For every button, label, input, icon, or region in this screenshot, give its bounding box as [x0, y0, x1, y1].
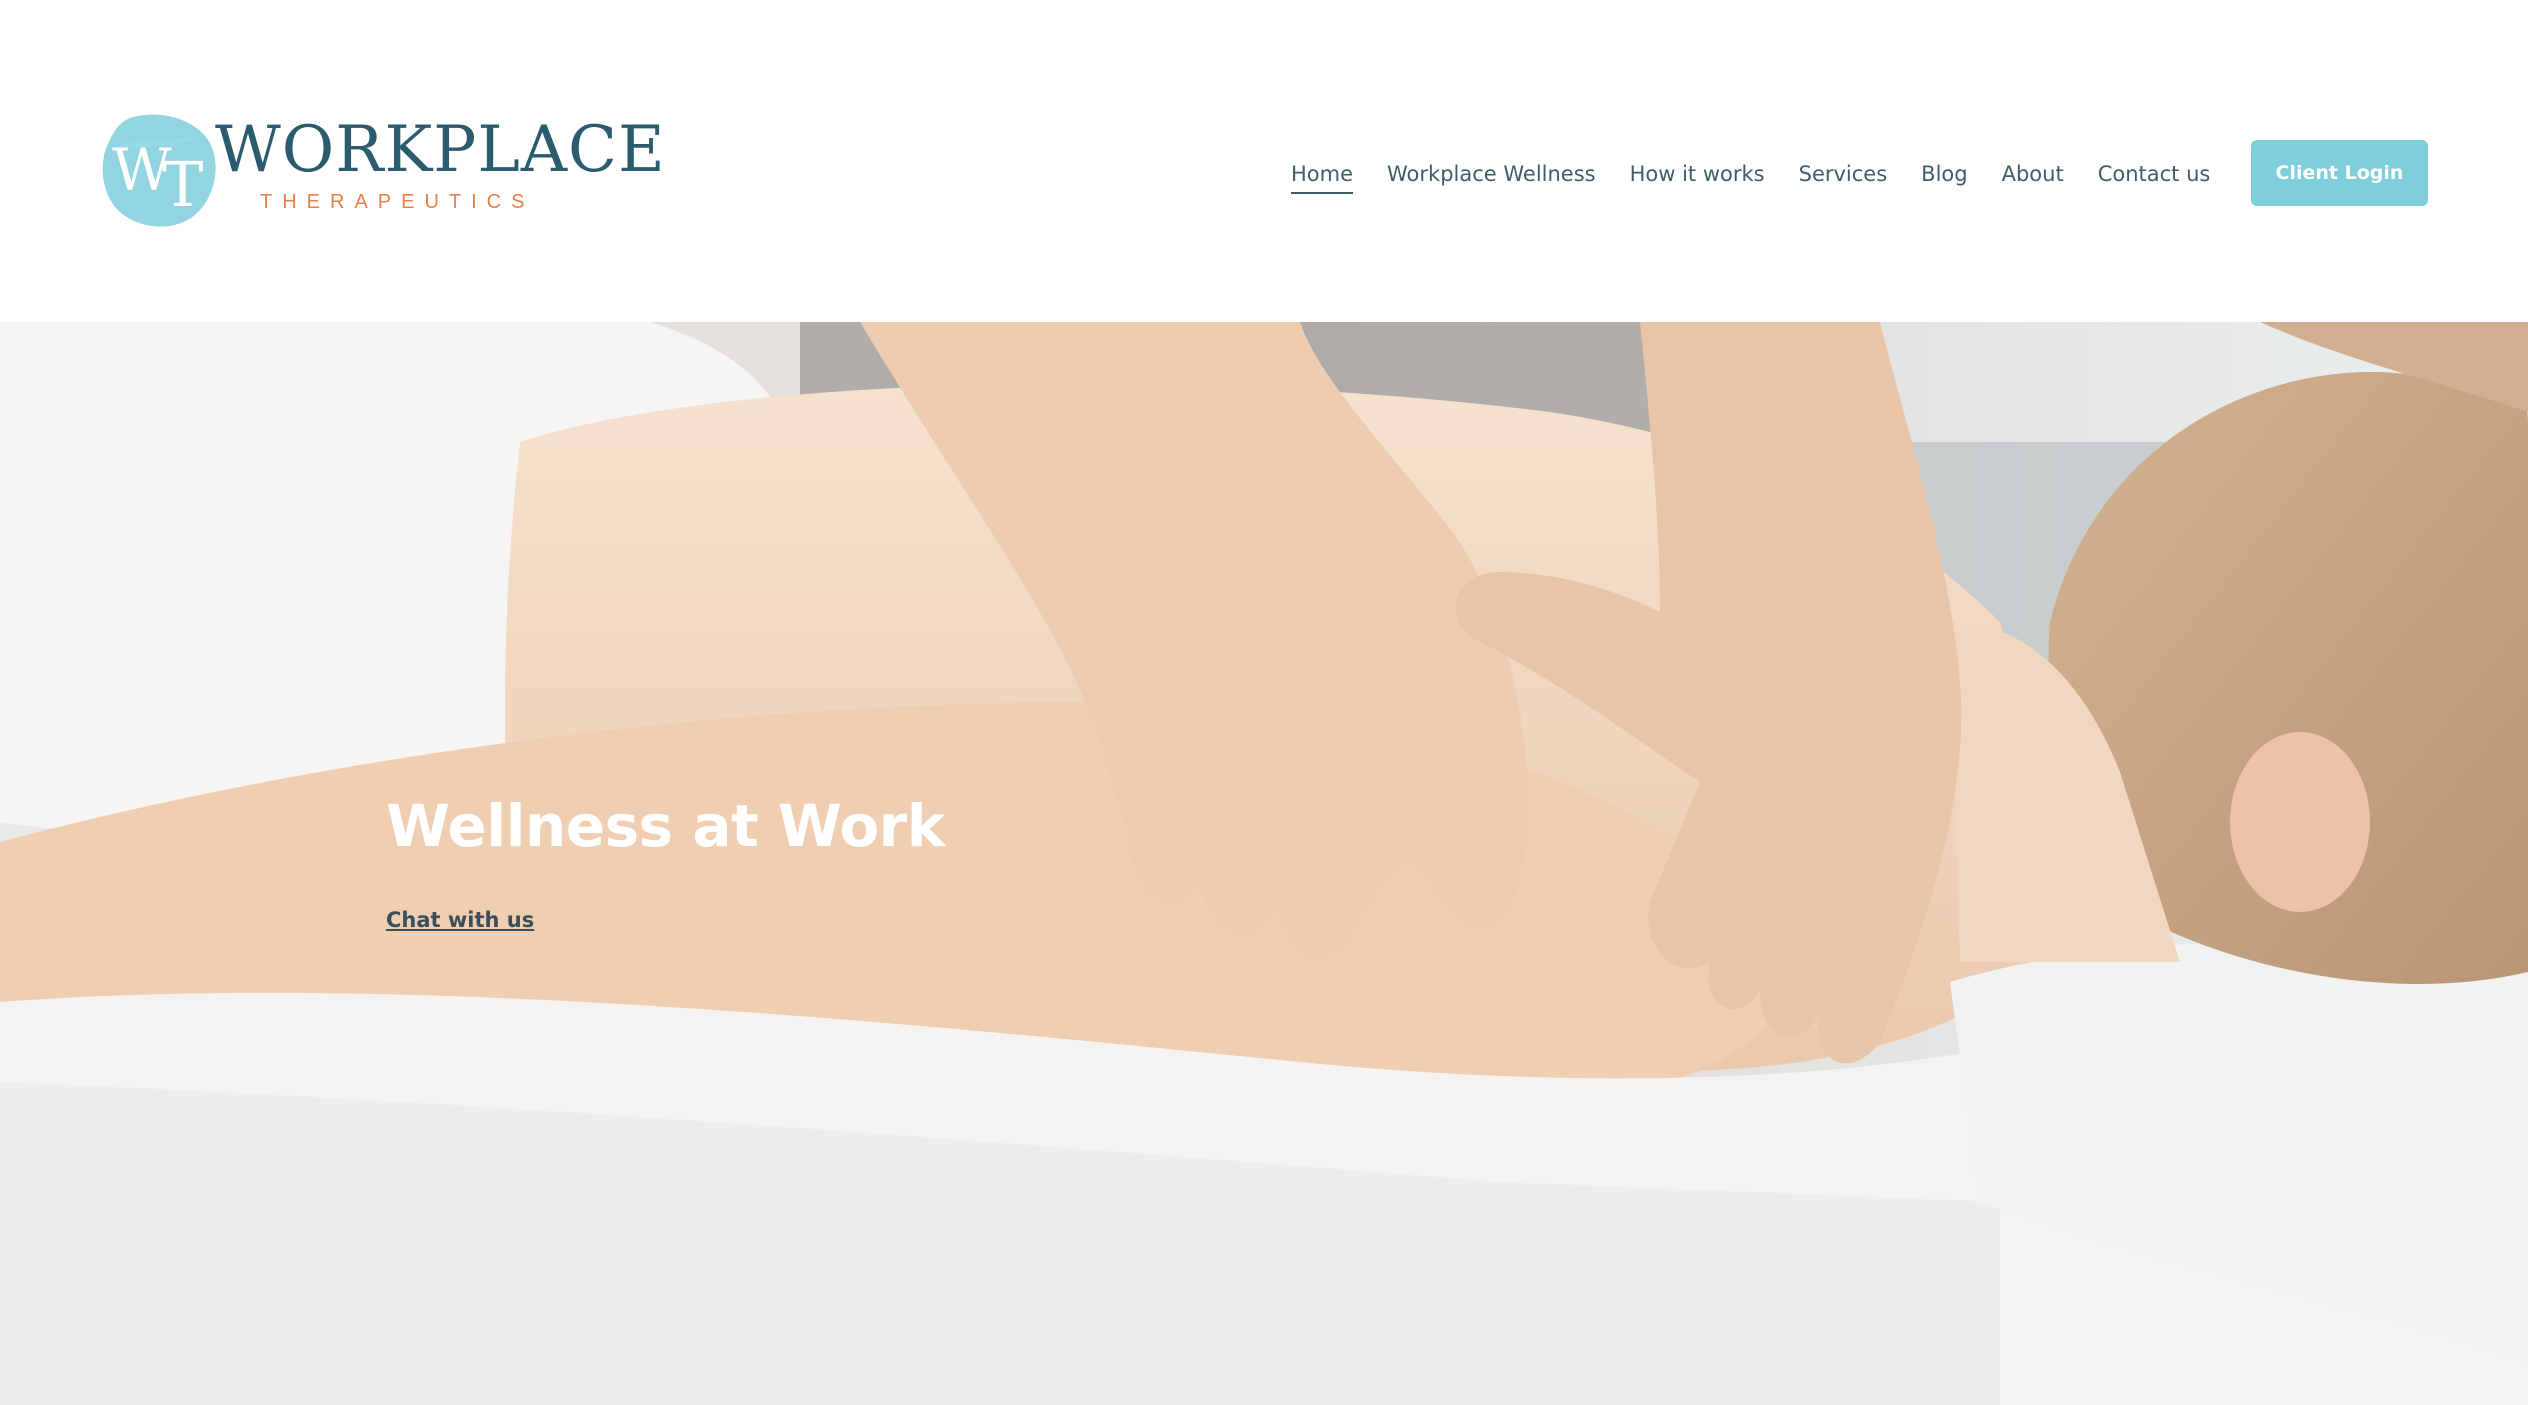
nav-item-services[interactable]: Services — [1799, 156, 1888, 192]
site-header: W T WORKPLACE THERAPEUTICS Home Workplac… — [0, 0, 2528, 322]
hero-section: Wellness at Work Chat with us — [0, 322, 2528, 1405]
nav-item-workplace-wellness[interactable]: Workplace Wellness — [1387, 156, 1596, 192]
chat-with-us-link[interactable]: Chat with us — [386, 908, 534, 932]
client-login-button[interactable]: Client Login — [2251, 140, 2428, 206]
logo-tagline: THERAPEUTICS — [260, 191, 535, 213]
svg-text:T: T — [162, 148, 203, 221]
nav-item-how-it-works[interactable]: How it works — [1630, 156, 1765, 192]
nav-item-contact-us[interactable]: Contact us — [2098, 156, 2211, 192]
nav-item-home[interactable]: Home — [1291, 156, 1354, 194]
site-logo[interactable]: W T WORKPLACE THERAPEUTICS — [100, 110, 665, 235]
logo-wordmark: WORKPLACE — [215, 113, 666, 187]
nav-item-blog[interactable]: Blog — [1921, 156, 1967, 192]
nav-item-about[interactable]: About — [2002, 156, 2064, 192]
hero-title: Wellness at Work — [386, 792, 945, 860]
logo-watercolor-icon: W T — [102, 114, 216, 227]
main-nav: Home Workplace Wellness How it works Ser… — [1291, 156, 2244, 194]
hero-massage-photo — [0, 322, 2528, 1405]
